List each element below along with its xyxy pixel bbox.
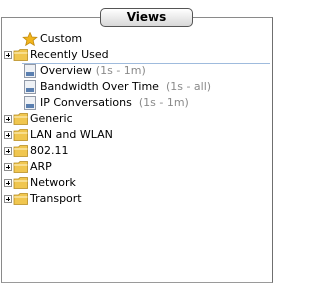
expand-icon[interactable] [4,131,12,139]
star-icon [22,32,38,46]
view-document-icon [24,64,36,78]
tree-item-network[interactable]: Network [0,175,274,191]
tree-item-label: Bandwidth Over Time [40,80,159,93]
view-document-icon [24,80,36,94]
tree-item-overview[interactable]: Overview (1s - 1m) [0,63,274,79]
tree-item-transport[interactable]: Transport [0,191,274,207]
folder-icon [13,49,28,61]
folder-icon [13,161,28,173]
tree-item-802-11[interactable]: 802.11 [0,143,274,159]
tree-item-lan-and-wlan[interactable]: LAN and WLAN [0,127,274,143]
tree-item-label: Network [30,176,76,189]
tree-item-label: Overview [40,64,92,77]
tree-item-custom[interactable]: Custom [0,31,274,47]
tree-item-label: 802.11 [30,144,69,157]
expand-icon[interactable] [4,195,12,203]
tree-item-generic[interactable]: Generic [0,111,274,127]
tree-item-range: (1s - 1m) [95,64,146,77]
expand-icon[interactable] [4,51,12,59]
folder-icon [13,193,28,205]
tree-item-bandwidth-over-time[interactable]: Bandwidth Over Time (1s - all) [0,79,274,95]
folder-icon [13,113,28,125]
folder-icon [13,129,28,141]
expand-icon[interactable] [4,147,12,155]
tree-item-label: Custom [40,32,83,45]
views-tree: Custom Recently Used Overview (1s - 1m) B… [0,31,274,207]
expand-icon[interactable] [4,115,12,123]
tree-item-range: (1s - 1m) [138,96,189,109]
expand-icon[interactable] [4,163,12,171]
tree-item-label: IP Conversations [40,96,132,109]
tree-item-label: Generic [30,112,73,125]
view-document-icon [24,96,36,110]
tree-item-arp[interactable]: ARP [0,159,274,175]
tree-item-label: Recently Used [30,48,109,61]
tree-item-label: ARP [30,160,52,173]
tree-item-recently-used[interactable]: Recently Used [0,47,274,64]
views-button[interactable]: Views [100,8,193,27]
tree-item-ip-conversations[interactable]: IP Conversations (1s - 1m) [0,95,274,111]
folder-icon [13,177,28,189]
expand-icon[interactable] [4,179,12,187]
folder-icon [13,145,28,157]
tree-item-label: Transport [30,192,82,205]
tree-item-range: (1s - all) [165,80,212,93]
tree-item-label: LAN and WLAN [30,128,113,141]
